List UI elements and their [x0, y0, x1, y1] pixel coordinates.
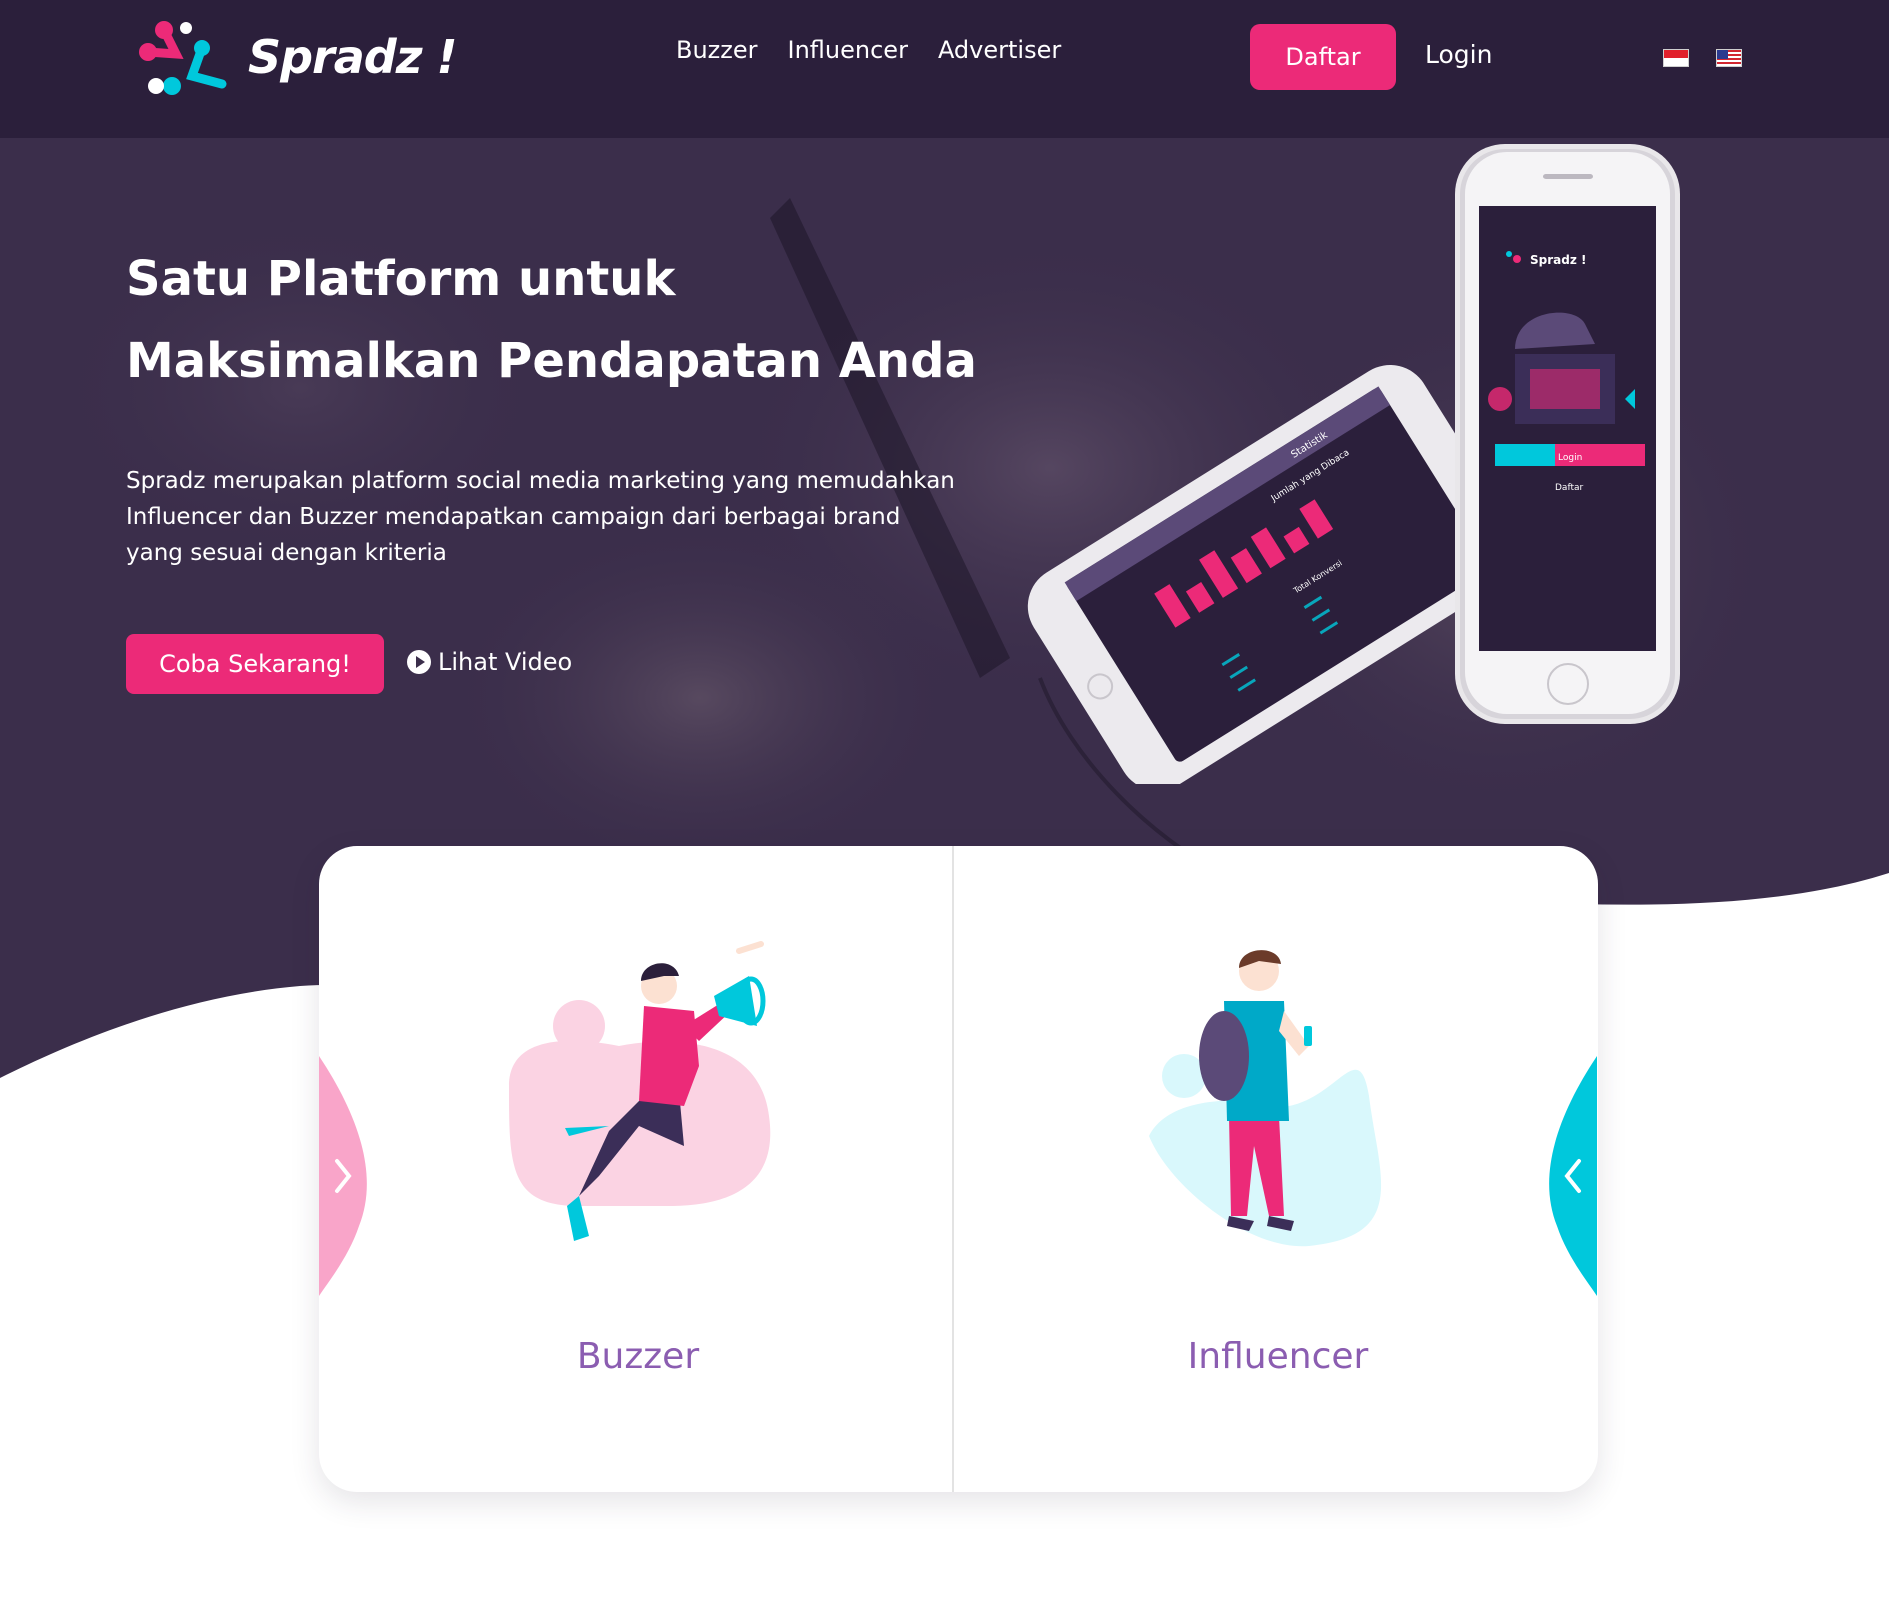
brand-name: Spradz !: [248, 30, 457, 84]
carousel-prev-button[interactable]: [319, 1056, 369, 1296]
role-cards: Buzzer Influencer: [319, 846, 1598, 1492]
hero-title: Satu Platform untuk Maksimalkan Pendapat…: [126, 238, 1026, 402]
page: Statistik Jumlah yang Dibaca Total Konve…: [0, 0, 1889, 1597]
nav-link-buzzer[interactable]: Buzzer: [676, 36, 758, 64]
influencer-phone-illustration: [1149, 950, 1382, 1247]
phone-mockup-illustration: Statistik Jumlah yang Dibaca Total Konve…: [1027, 144, 1680, 784]
nav-link-advertiser[interactable]: Advertiser: [938, 36, 1061, 64]
card-influencer[interactable]: Influencer: [959, 846, 1597, 1492]
register-button[interactable]: Daftar: [1250, 24, 1396, 90]
hero-title-line1: Satu Platform untuk: [126, 251, 676, 307]
nav-link-influencer[interactable]: Influencer: [788, 36, 908, 64]
brand-logo[interactable]: Spradz !: [138, 12, 458, 102]
try-now-button[interactable]: Coba Sekarang!: [126, 634, 384, 694]
nav-links: Buzzer Influencer Advertiser: [676, 36, 1061, 64]
navbar: Spradz ! Buzzer Influencer Advertiser Da…: [0, 0, 1889, 138]
watch-video-label: Lihat Video: [438, 648, 573, 676]
hero-description: Spradz merupakan platform social media m…: [126, 468, 955, 566]
phone-login-btn: Login: [1558, 453, 1582, 463]
card-label-buzzer: Buzzer: [576, 1336, 700, 1377]
card-label-influencer: Influencer: [1187, 1336, 1369, 1377]
phone-daftar-btn: Daftar: [1555, 483, 1583, 493]
login-link[interactable]: Login: [1425, 40, 1492, 69]
phone-brand: Spradz !: [1530, 253, 1586, 267]
flag-us-icon[interactable]: [1716, 49, 1742, 67]
buzzer-megaphone-illustration: [509, 941, 771, 1241]
spradz-logo-icon: [139, 21, 227, 95]
play-icon: [407, 650, 431, 674]
hero-title-line2: Maksimalkan Pendapatan Anda: [126, 333, 977, 389]
watch-video-link[interactable]: Lihat Video: [406, 648, 572, 676]
flag-id-icon[interactable]: [1663, 49, 1689, 67]
carousel-next-button[interactable]: [1547, 1056, 1597, 1296]
card-buzzer[interactable]: Buzzer: [319, 846, 957, 1492]
card-divider: [952, 846, 954, 1492]
